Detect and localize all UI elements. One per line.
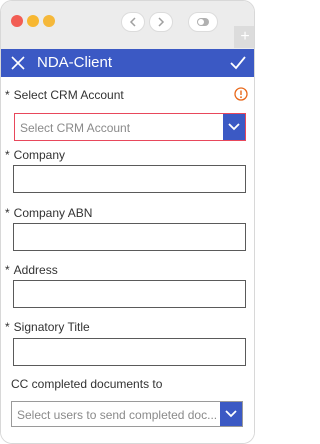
toggle-icon (197, 18, 209, 26)
required-mark: * (5, 263, 10, 277)
cc-users-label: CC completed documents to (11, 377, 163, 391)
crm-account-placeholder: Select CRM Account (20, 121, 131, 135)
chevron-right-icon (158, 17, 165, 27)
chevron-down-icon (225, 410, 237, 418)
app-header: NDA-Client (1, 49, 254, 77)
app-window: + NDA-Client * Select CRM Account Select … (0, 0, 255, 444)
cc-users-dropdown[interactable]: Select users to send completed doc... (11, 401, 243, 427)
company-label: * Company (5, 148, 66, 162)
new-tab-button[interactable]: + (234, 26, 254, 48)
company-abn-input[interactable] (13, 223, 246, 251)
close-window-button[interactable] (11, 15, 23, 27)
signatory-title-label: * Signatory Title (5, 320, 90, 334)
chevron-left-icon (129, 17, 136, 27)
required-mark: * (5, 88, 10, 102)
required-mark: * (5, 148, 10, 162)
address-input[interactable] (13, 280, 246, 308)
nda-form: * Select CRM Account Select CRM Account *… (1, 77, 254, 443)
exclamation-circle-icon (234, 87, 248, 101)
cc-users-placeholder: Select users to send completed doc... (17, 408, 218, 422)
address-label: * Address (5, 263, 58, 277)
page-title: NDA-Client (37, 54, 113, 71)
close-icon[interactable] (9, 54, 27, 72)
company-abn-label: * Company ABN (5, 206, 93, 220)
check-icon[interactable] (228, 53, 248, 73)
crm-account-dropdown[interactable]: Select CRM Account (14, 113, 246, 141)
minimize-window-button[interactable] (27, 15, 39, 27)
back-button[interactable] (121, 12, 145, 32)
plus-icon: + (240, 28, 250, 45)
window-chrome: + (1, 1, 254, 49)
tab-switcher-button[interactable] (188, 12, 218, 32)
signatory-title-input[interactable] (13, 338, 246, 366)
crm-dropdown-toggle[interactable] (223, 114, 245, 140)
maximize-window-button[interactable] (43, 15, 55, 27)
required-mark: * (5, 320, 10, 334)
chevron-down-icon (228, 123, 240, 131)
crm-account-label: * Select CRM Account (5, 88, 124, 102)
company-input[interactable] (13, 165, 246, 193)
required-mark: * (5, 206, 10, 220)
cc-users-dropdown-toggle[interactable] (220, 402, 242, 426)
forward-button[interactable] (149, 12, 173, 32)
